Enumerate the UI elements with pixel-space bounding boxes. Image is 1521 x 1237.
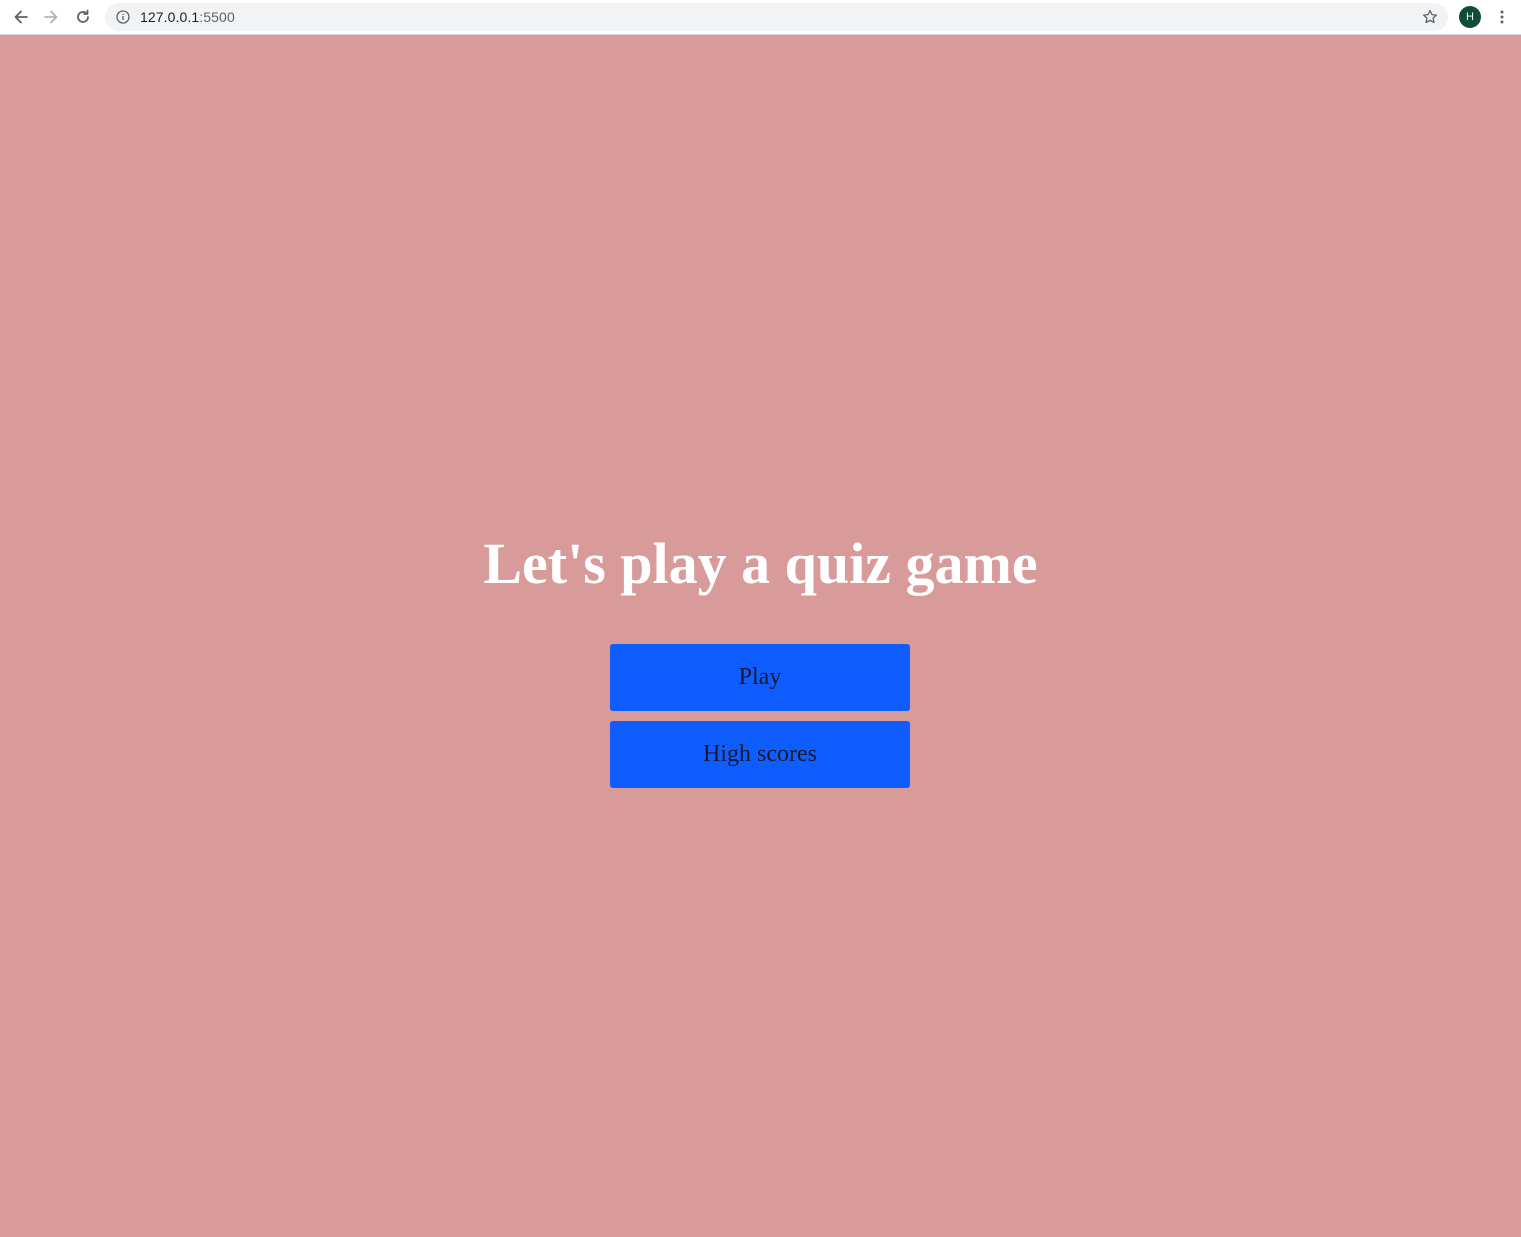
url-port: :5500	[199, 9, 235, 25]
page-content: Let's play a quiz game Play High scores	[0, 36, 1521, 1237]
back-arrow-icon	[14, 10, 28, 24]
forward-button[interactable]	[35, 1, 67, 33]
kebab-menu-icon[interactable]	[1492, 7, 1512, 27]
reload-button[interactable]	[67, 1, 99, 33]
play-button[interactable]: Play	[610, 644, 910, 711]
forward-arrow-icon	[44, 10, 58, 24]
url-text: 127.0.0.1:5500	[140, 9, 235, 25]
address-bar[interactable]: 127.0.0.1:5500	[105, 3, 1448, 31]
info-icon[interactable]	[115, 9, 131, 25]
high-scores-button[interactable]: High scores	[610, 721, 910, 788]
browser-toolbar: 127.0.0.1:5500 H	[0, 0, 1521, 35]
reload-icon	[77, 9, 89, 23]
star-icon[interactable]	[1422, 9, 1438, 25]
page-title: Let's play a quiz game	[483, 531, 1038, 596]
back-button[interactable]	[5, 1, 37, 33]
profile-avatar[interactable]: H	[1459, 6, 1481, 28]
url-host: 127.0.0.1	[140, 9, 200, 25]
